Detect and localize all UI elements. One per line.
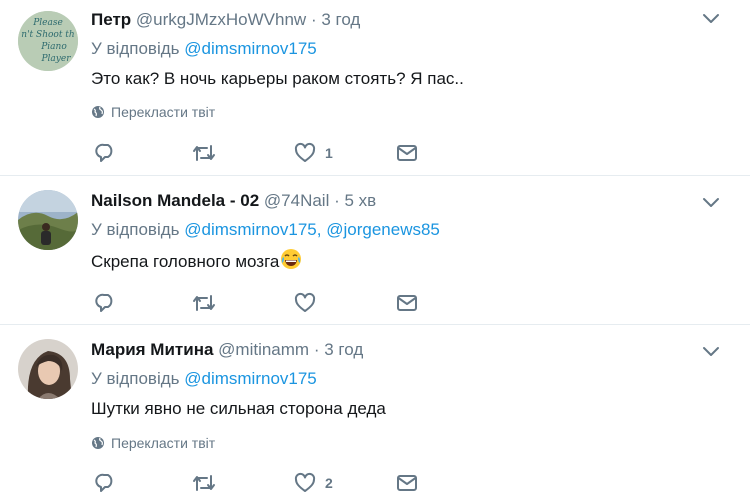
direct-message-button[interactable]: [396, 291, 418, 315]
display-name[interactable]: Nailson Mandela - 02: [91, 191, 259, 210]
avatar[interactable]: [18, 190, 78, 250]
avatar[interactable]: [18, 339, 78, 399]
action-bar: [95, 291, 425, 315]
translate-label[interactable]: Перекласти твіт: [111, 104, 215, 120]
globe-icon: [92, 106, 104, 118]
tweet-text-line: Скрепа головного мозга: [91, 248, 302, 276]
retweet-icon: [193, 475, 215, 491]
retweet-button[interactable]: [192, 471, 225, 495]
reply-prefix: У відповідь: [91, 220, 180, 239]
mention-link[interactable]: @dimsmirnov175: [184, 369, 317, 388]
direct-message-button[interactable]: [396, 141, 418, 165]
mention-link[interactable]: @dimsmirnov175: [184, 220, 317, 239]
tweet[interactable]: Please n't Shoot th Piano Player Петр @u…: [0, 0, 750, 176]
reply-icon: [95, 143, 113, 162]
reply-icon: [95, 473, 113, 492]
reply-button[interactable]: [95, 291, 126, 315]
separator-dot: ·: [313, 340, 320, 359]
reply-prefix: У відповідь: [91, 369, 180, 388]
like-count: 2: [325, 475, 333, 491]
tweet-header: Nailson Mandela - 02 @74Nail · 5 хв: [91, 191, 376, 211]
like-icon: [294, 472, 316, 492]
translate-tweet-link[interactable]: Перекласти твіт: [91, 104, 215, 120]
mention-link[interactable]: @dimsmirnov175: [184, 39, 317, 58]
tweet-text: Это как? В ночь карьеры раком стоять? Я …: [91, 69, 464, 88]
chevron-down-icon[interactable]: [702, 196, 720, 210]
reply-context: У відповідь @dimsmirnov175: [91, 369, 317, 389]
like-icon: [294, 142, 316, 162]
action-bar: 1: [95, 141, 425, 165]
reply-button[interactable]: [95, 141, 126, 165]
face-with-tears-of-joy-icon: [280, 248, 302, 276]
retweet-icon: [193, 145, 215, 161]
separator-dot: ·: [310, 10, 317, 29]
like-button[interactable]: 2: [294, 471, 333, 495]
translate-label[interactable]: Перекласти твіт: [111, 435, 215, 451]
direct-message-button[interactable]: [396, 471, 418, 495]
tweet[interactable]: Мария Митина @mitinamm · 3 год У відпові…: [0, 325, 750, 500]
dm-icon: [397, 295, 417, 311]
like-button[interactable]: 1: [294, 141, 333, 165]
dm-icon: [397, 145, 417, 161]
username[interactable]: @74Nail: [264, 191, 329, 210]
action-bar: 2: [95, 471, 425, 495]
avatar[interactable]: Please n't Shoot th Piano Player: [18, 11, 78, 71]
timestamp[interactable]: 3 год: [321, 10, 360, 29]
mention-separator: ,: [316, 220, 322, 239]
timestamp[interactable]: 3 год: [324, 340, 363, 359]
reply-context: У відповідь @dimsmirnov175: [91, 39, 317, 59]
reply-icon: [95, 293, 113, 312]
like-icon: [294, 292, 316, 312]
retweet-button[interactable]: [192, 141, 225, 165]
tweet-text: Скрепа головного мозга: [91, 252, 280, 271]
mention-link[interactable]: @jorgenews85: [326, 220, 440, 239]
avatar-text-line: Please: [32, 18, 63, 28]
separator-dot: ·: [334, 191, 340, 210]
tweet[interactable]: Nailson Mandela - 02 @74Nail · 5 хв У ві…: [0, 176, 750, 325]
chevron-down-icon[interactable]: [702, 12, 720, 26]
avatar-text-line: n't Shoot th: [21, 30, 74, 40]
chevron-down-icon[interactable]: [702, 345, 720, 359]
reply-button[interactable]: [95, 471, 126, 495]
tweet-header: Петр @urkgJMzxHoWVhnw · 3 год: [91, 10, 360, 30]
tweet-header: Мария Митина @mitinamm · 3 год: [91, 340, 363, 360]
retweet-icon: [193, 295, 215, 311]
timestamp[interactable]: 5 хв: [345, 191, 377, 210]
retweet-button[interactable]: [192, 291, 225, 315]
display-name[interactable]: Петр: [91, 10, 131, 29]
like-button[interactable]: [294, 291, 325, 315]
tweet-text: Шутки явно не сильная сторона деда: [91, 399, 386, 418]
reply-context: У відповідь @dimsmirnov175, @jorgenews85: [91, 220, 440, 240]
reply-prefix: У відповідь: [91, 39, 180, 58]
dm-icon: [397, 475, 417, 491]
display-name[interactable]: Мария Митина: [91, 340, 213, 359]
avatar-text-line: Piano: [40, 42, 67, 52]
username[interactable]: @urkgJMzxHoWVhnw: [136, 10, 306, 29]
username[interactable]: @mitinamm: [218, 340, 309, 359]
translate-tweet-link[interactable]: Перекласти твіт: [91, 435, 215, 451]
avatar-text-line: Player: [40, 54, 71, 64]
like-count: 1: [325, 145, 333, 161]
globe-icon: [92, 437, 104, 449]
